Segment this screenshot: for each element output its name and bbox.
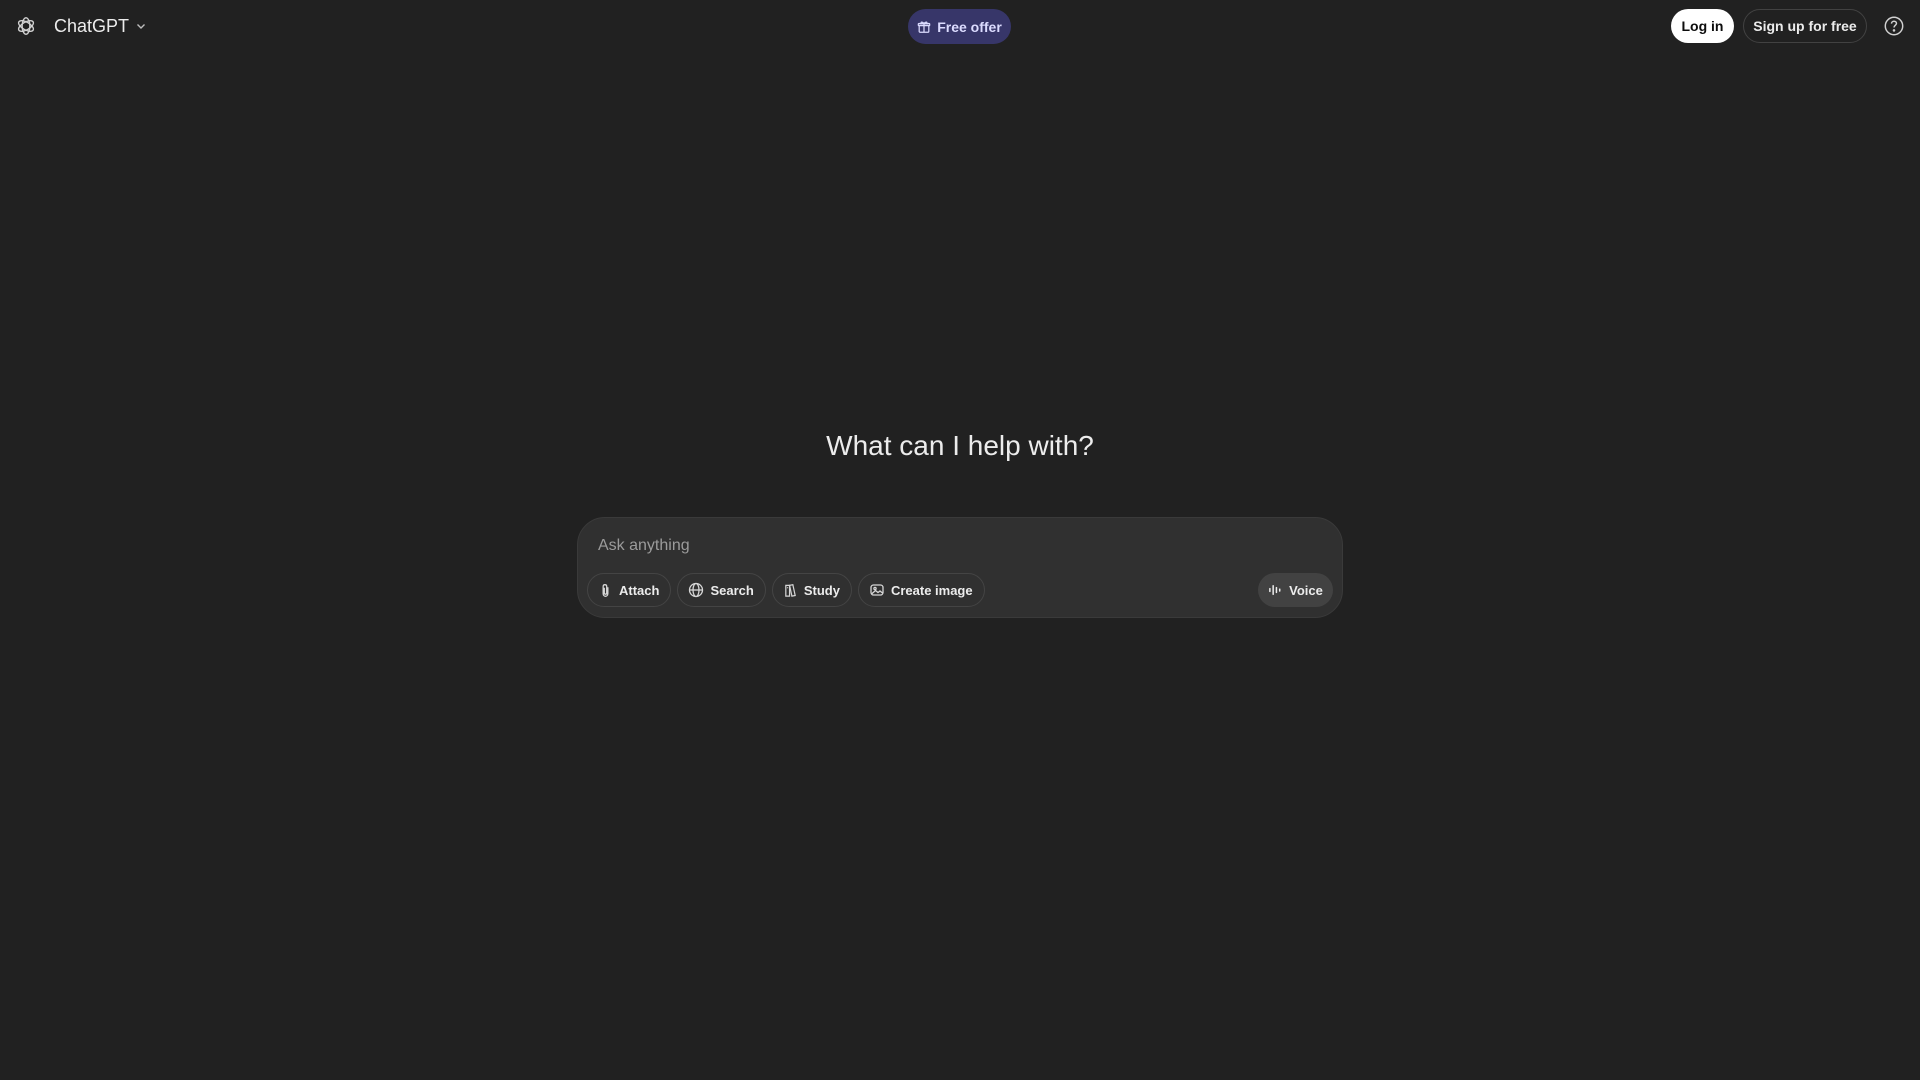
search-button[interactable]: Search [677,573,766,607]
voice-label: Voice [1289,582,1323,598]
study-label: Study [803,582,840,598]
create-image-label: Create image [890,582,973,598]
book-icon [783,583,798,598]
attach-button[interactable]: Attach [587,573,672,607]
signup-button[interactable]: Sign up for free [1743,9,1867,43]
study-button[interactable]: Study [771,573,852,607]
image-icon [869,582,885,598]
gift-icon [917,20,931,34]
create-image-button[interactable]: Create image [857,573,985,607]
openai-logo-icon[interactable] [14,14,38,38]
help-icon[interactable] [1882,14,1906,38]
prompt-input[interactable] [596,530,1300,562]
voice-waveform-icon [1268,583,1283,597]
free-offer-button[interactable]: Free offer [908,9,1011,44]
chevron-down-icon [135,20,147,32]
voice-button[interactable]: Voice [1258,573,1333,607]
paperclip-icon [598,583,613,598]
attach-label: Attach [619,582,660,598]
hero-title: What can I help with? [826,430,1094,461]
globe-icon [688,582,704,598]
login-button[interactable]: Log in [1671,9,1734,43]
top-bar: ChatGPT Free offer Log in Sign up for fr… [0,0,1920,52]
model-switcher[interactable]: ChatGPT [50,10,151,42]
model-label: ChatGPT [54,15,130,36]
composer-tools: Attach Search Study Create image [587,573,985,607]
chatgpt-page: ChatGPT Free offer Log in Sign up for fr… [0,0,1920,1080]
search-label: Search [710,582,754,598]
composer: Attach Search [577,517,1343,618]
free-offer-label: Free offer [937,18,1002,35]
